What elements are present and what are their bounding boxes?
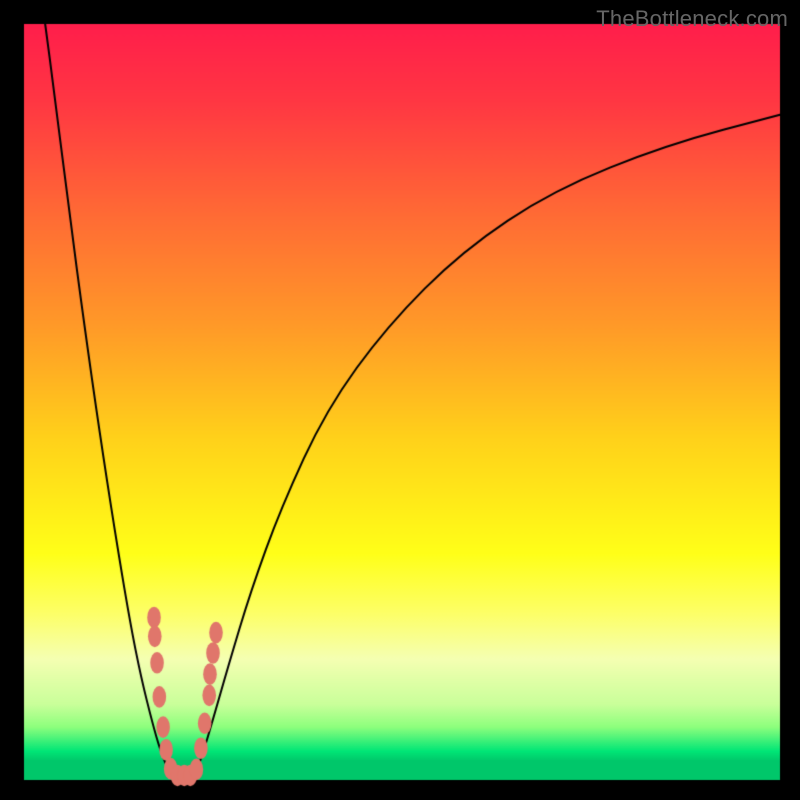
chart-container: TheBottleneck.com [0,0,800,800]
watermark-label: TheBottleneck.com [596,6,788,32]
bottleneck-chart-canvas [0,0,800,800]
